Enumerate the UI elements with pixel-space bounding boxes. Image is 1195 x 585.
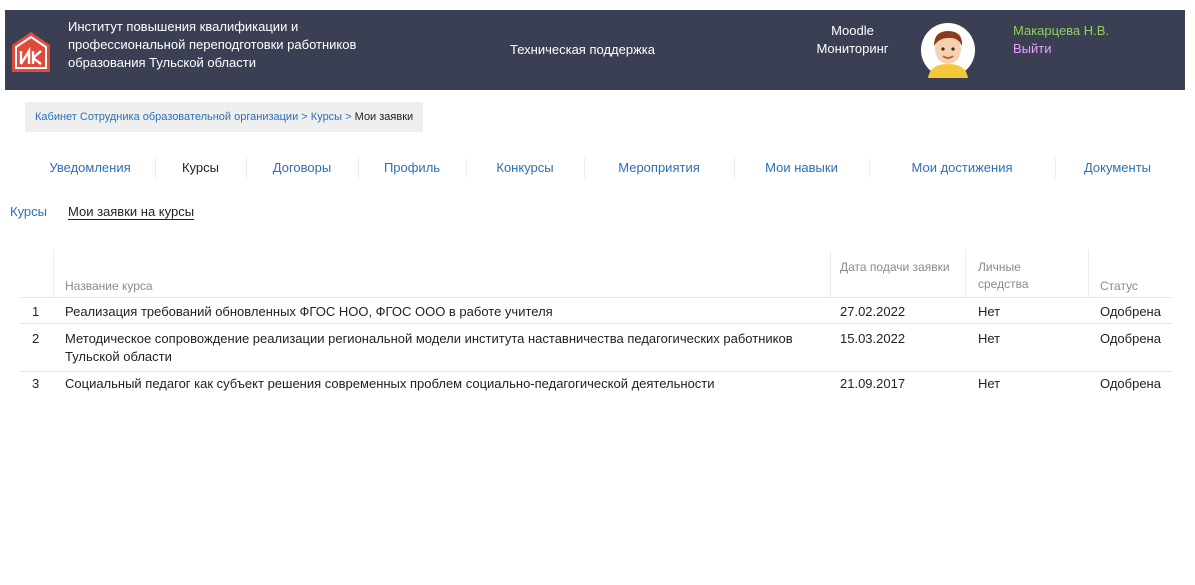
breadcrumb-separator: > [301, 111, 308, 123]
header-date: Дата подачи заявки [840, 260, 950, 274]
status-badge: Одобрена [1100, 331, 1161, 346]
personal-funds: Нет [978, 376, 1001, 391]
application-date: 27.02.2022 [840, 304, 906, 319]
support-link[interactable]: Техническая поддержка [510, 42, 655, 57]
org-name: Институт повышения квалификации и профес… [68, 19, 357, 70]
monitoring-link[interactable]: Мониторинг [805, 40, 900, 58]
row-number: 3 [32, 376, 40, 391]
application-date: 15.03.2022 [840, 331, 906, 346]
tab-profile[interactable]: Профиль [358, 150, 466, 186]
personal-funds: Нет [978, 331, 1001, 346]
application-date: 21.09.2017 [840, 376, 906, 391]
tab-skills[interactable]: Мои навыки [734, 150, 869, 186]
personal-funds: Нет [978, 304, 1001, 319]
row-number: 1 [32, 304, 40, 319]
tab-courses[interactable]: Курсы [155, 150, 246, 186]
institute-logo-icon[interactable] [11, 31, 51, 73]
status-badge: Одобрена [1100, 304, 1161, 319]
main-tabs: Уведомления Курсы Договоры Профиль Конку… [25, 150, 1180, 186]
header-course-name: Название курса [65, 279, 153, 293]
header-links: Moodle Мониторинг [805, 22, 900, 58]
tab-contests[interactable]: Конкурсы [466, 150, 584, 186]
breadcrumb-cabinet[interactable]: Кабинет Сотрудника образовательной орган… [35, 111, 298, 123]
tab-achievements[interactable]: Мои достижения [869, 150, 1055, 186]
logout-link[interactable]: Выйти [1013, 40, 1109, 58]
user-name[interactable]: Макарцева Н.В. [1013, 22, 1109, 40]
course-name: Методическое сопровождение реализации ре… [65, 331, 793, 364]
course-name: Социальный педагог как субъект решения с… [65, 376, 715, 391]
course-name: Реализация требований обновленных ФГОС Н… [65, 304, 553, 319]
sub-navigation: Курсы Мои заявки на курсы [10, 204, 195, 220]
user-avatar-icon[interactable] [920, 22, 976, 78]
tab-documents[interactable]: Документы [1055, 150, 1180, 186]
breadcrumb-current: Мои заявки [354, 111, 414, 123]
tab-notifications[interactable]: Уведомления [25, 150, 155, 186]
breadcrumb-separator: > [345, 111, 352, 123]
breadcrumb: Кабинет Сотрудника образовательной орган… [25, 102, 424, 132]
tab-events[interactable]: Мероприятия [584, 150, 734, 186]
moodle-link[interactable]: Moodle [805, 22, 900, 40]
header-status: Статус [1100, 279, 1138, 293]
header-personal-funds: Личные средства [978, 260, 1029, 291]
row-number: 2 [32, 331, 40, 346]
subnav-my-applications[interactable]: Мои заявки на курсы [68, 204, 195, 220]
status-badge: Одобрена [1100, 376, 1161, 391]
user-block: Макарцева Н.В. Выйти [1013, 22, 1109, 58]
subnav-courses[interactable]: Курсы [10, 204, 47, 219]
tab-contracts[interactable]: Договоры [246, 150, 358, 186]
site-header: Институт повышения квалификации и профес… [5, 10, 1185, 90]
breadcrumb-courses[interactable]: Курсы [311, 111, 342, 123]
